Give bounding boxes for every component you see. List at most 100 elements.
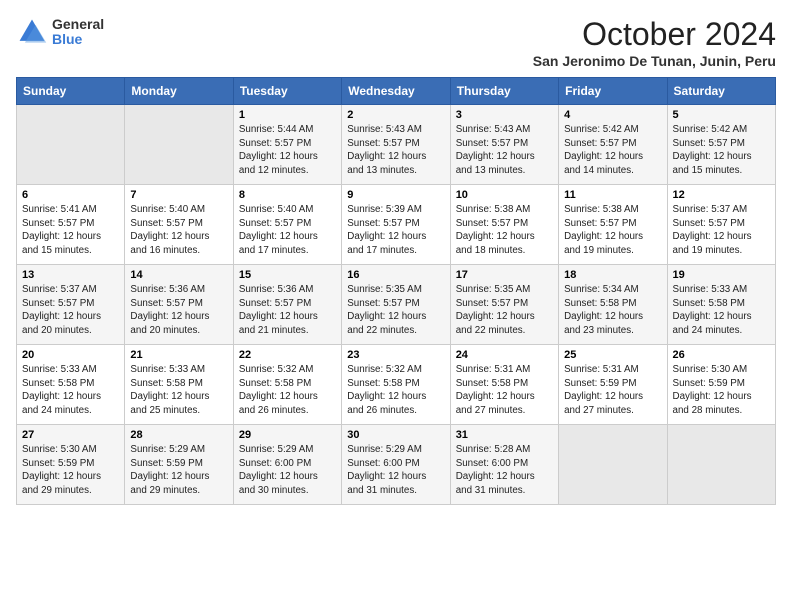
day-number: 27 <box>22 429 119 441</box>
calendar-day-cell: 30Sunrise: 5:29 AMSunset: 6:00 PMDayligh… <box>342 425 450 505</box>
calendar-week-row: 1 Sunrise: 5:44 AMSunset: 5:57 PMDaylight… <box>17 105 776 185</box>
logo-icon <box>16 16 48 48</box>
calendar-day-cell: 22 Sunrise: 5:32 AMSunset: 5:58 PMDayligh… <box>233 345 341 425</box>
day-info: Sunrise: 5:36 AMSunset: 5:57 PMDaylight:… <box>130 283 227 338</box>
calendar-day-cell: 8Sunrise: 5:40 AMSunset: 5:57 PMDaylight… <box>233 185 341 265</box>
day-number: 2 <box>347 109 444 121</box>
day-number: 12 <box>673 189 770 201</box>
calendar-day-cell: 9 Sunrise: 5:39 AMSunset: 5:57 PMDaylight… <box>342 185 450 265</box>
day-info: Sunrise: 5:31 AMSunset: 5:59 PMDaylight:… <box>564 363 661 418</box>
day-info: Sunrise: 5:32 AMSunset: 5:58 PMDaylight:… <box>239 363 336 418</box>
day-number: 29 <box>239 429 336 441</box>
day-info: Sunrise: 5:33 AMSunset: 5:58 PMDaylight:… <box>130 363 227 418</box>
day-number: 4 <box>564 109 661 121</box>
calendar-day-cell: 29Sunrise: 5:29 AMSunset: 6:00 PMDayligh… <box>233 425 341 505</box>
day-number: 9 <box>347 189 444 201</box>
day-info: Sunrise: 5:42 AMSunset: 5:57 PMDaylight:… <box>564 123 661 178</box>
day-info: Sunrise: 5:36 AMSunset: 5:57 PMDaylight:… <box>239 283 336 338</box>
calendar-week-row: 13 Sunrise: 5:37 AMSunset: 5:57 PMDayligh… <box>17 265 776 345</box>
calendar-day-cell: 28 Sunrise: 5:29 AMSunset: 5:59 PMDayligh… <box>125 425 233 505</box>
day-info: Sunrise: 5:33 AMSunset: 5:58 PMDaylight:… <box>22 363 119 418</box>
page-header: General Blue October 2024 San Jeronimo D… <box>16 16 776 69</box>
logo-text: General Blue <box>52 17 104 48</box>
weekday-header-cell: Wednesday <box>342 78 450 105</box>
day-number: 28 <box>130 429 227 441</box>
day-info: Sunrise: 5:38 AMSunset: 5:57 PMDaylight:… <box>564 203 661 258</box>
calendar-day-cell: 13 Sunrise: 5:37 AMSunset: 5:57 PMDayligh… <box>17 265 125 345</box>
calendar-day-cell: 17Sunrise: 5:35 AMSunset: 5:57 PMDayligh… <box>450 265 558 345</box>
day-info: Sunrise: 5:37 AMSunset: 5:57 PMDaylight:… <box>22 283 119 338</box>
calendar-week-row: 6Sunrise: 5:41 AMSunset: 5:57 PMDaylight… <box>17 185 776 265</box>
calendar-week-row: 20 Sunrise: 5:33 AMSunset: 5:58 PMDayligh… <box>17 345 776 425</box>
day-number: 26 <box>673 349 770 361</box>
day-number: 16 <box>347 269 444 281</box>
calendar-day-cell: 21 Sunrise: 5:33 AMSunset: 5:58 PMDayligh… <box>125 345 233 425</box>
calendar-day-cell: 3Sunrise: 5:43 AMSunset: 5:57 PMDaylight… <box>450 105 558 185</box>
calendar-day-cell: 1 Sunrise: 5:44 AMSunset: 5:57 PMDaylight… <box>233 105 341 185</box>
calendar-day-cell: 6Sunrise: 5:41 AMSunset: 5:57 PMDaylight… <box>17 185 125 265</box>
calendar-day-cell: 2Sunrise: 5:43 AMSunset: 5:57 PMDaylight… <box>342 105 450 185</box>
day-number: 15 <box>239 269 336 281</box>
calendar-table: SundayMondayTuesdayWednesdayThursdayFrid… <box>16 77 776 505</box>
calendar-day-cell: 23 Sunrise: 5:32 AMSunset: 5:58 PMDayligh… <box>342 345 450 425</box>
day-number: 21 <box>130 349 227 361</box>
day-number: 17 <box>456 269 553 281</box>
day-info: Sunrise: 5:43 AMSunset: 5:57 PMDaylight:… <box>456 123 553 178</box>
calendar-day-cell: 31 Sunrise: 5:28 AMSunset: 6:00 PMDayligh… <box>450 425 558 505</box>
day-number: 31 <box>456 429 553 441</box>
day-number: 1 <box>239 109 336 121</box>
day-info: Sunrise: 5:44 AMSunset: 5:57 PMDaylight:… <box>239 123 336 178</box>
calendar-day-cell: 7 Sunrise: 5:40 AMSunset: 5:57 PMDaylight… <box>125 185 233 265</box>
day-number: 19 <box>673 269 770 281</box>
title-block: October 2024 San Jeronimo De Tunan, Juni… <box>533 16 776 69</box>
calendar-day-cell: 19Sunrise: 5:33 AMSunset: 5:58 PMDayligh… <box>667 265 775 345</box>
calendar-day-cell: 26 Sunrise: 5:30 AMSunset: 5:59 PMDayligh… <box>667 345 775 425</box>
location-title: San Jeronimo De Tunan, Junin, Peru <box>533 53 776 69</box>
calendar-day-cell: 12 Sunrise: 5:37 AMSunset: 5:57 PMDayligh… <box>667 185 775 265</box>
day-info: Sunrise: 5:32 AMSunset: 5:58 PMDaylight:… <box>347 363 444 418</box>
day-number: 7 <box>130 189 227 201</box>
calendar-week-row: 27Sunrise: 5:30 AMSunset: 5:59 PMDayligh… <box>17 425 776 505</box>
calendar-day-cell: 15 Sunrise: 5:36 AMSunset: 5:57 PMDayligh… <box>233 265 341 345</box>
day-number: 25 <box>564 349 661 361</box>
day-info: Sunrise: 5:40 AMSunset: 5:57 PMDaylight:… <box>130 203 227 258</box>
calendar-day-cell <box>125 105 233 185</box>
day-number: 20 <box>22 349 119 361</box>
logo-general-text: General <box>52 17 104 32</box>
calendar-day-cell: 18 Sunrise: 5:34 AMSunset: 5:58 PMDayligh… <box>559 265 667 345</box>
calendar-day-cell: 11 Sunrise: 5:38 AMSunset: 5:57 PMDayligh… <box>559 185 667 265</box>
day-number: 22 <box>239 349 336 361</box>
day-info: Sunrise: 5:28 AMSunset: 6:00 PMDaylight:… <box>456 443 553 498</box>
day-info: Sunrise: 5:37 AMSunset: 5:57 PMDaylight:… <box>673 203 770 258</box>
month-title: October 2024 <box>533 16 776 53</box>
logo: General Blue <box>16 16 104 48</box>
day-number: 11 <box>564 189 661 201</box>
day-info: Sunrise: 5:42 AMSunset: 5:57 PMDaylight:… <box>673 123 770 178</box>
calendar-day-cell: 14 Sunrise: 5:36 AMSunset: 5:57 PMDayligh… <box>125 265 233 345</box>
calendar-day-cell: 5 Sunrise: 5:42 AMSunset: 5:57 PMDaylight… <box>667 105 775 185</box>
day-info: Sunrise: 5:41 AMSunset: 5:57 PMDaylight:… <box>22 203 119 258</box>
weekday-header-cell: Tuesday <box>233 78 341 105</box>
calendar-day-cell: 20 Sunrise: 5:33 AMSunset: 5:58 PMDayligh… <box>17 345 125 425</box>
logo-blue-text: Blue <box>52 32 104 47</box>
weekday-header-cell: Sunday <box>17 78 125 105</box>
day-info: Sunrise: 5:34 AMSunset: 5:58 PMDaylight:… <box>564 283 661 338</box>
day-number: 10 <box>456 189 553 201</box>
day-info: Sunrise: 5:38 AMSunset: 5:57 PMDaylight:… <box>456 203 553 258</box>
day-info: Sunrise: 5:35 AMSunset: 5:57 PMDaylight:… <box>347 283 444 338</box>
day-number: 5 <box>673 109 770 121</box>
day-number: 23 <box>347 349 444 361</box>
day-info: Sunrise: 5:29 AMSunset: 5:59 PMDaylight:… <box>130 443 227 498</box>
day-info: Sunrise: 5:39 AMSunset: 5:57 PMDaylight:… <box>347 203 444 258</box>
day-info: Sunrise: 5:40 AMSunset: 5:57 PMDaylight:… <box>239 203 336 258</box>
day-number: 18 <box>564 269 661 281</box>
day-number: 24 <box>456 349 553 361</box>
calendar-day-cell <box>17 105 125 185</box>
day-info: Sunrise: 5:30 AMSunset: 5:59 PMDaylight:… <box>673 363 770 418</box>
calendar-day-cell: 10 Sunrise: 5:38 AMSunset: 5:57 PMDayligh… <box>450 185 558 265</box>
day-number: 13 <box>22 269 119 281</box>
weekday-header-cell: Thursday <box>450 78 558 105</box>
weekday-header-cell: Monday <box>125 78 233 105</box>
day-number: 14 <box>130 269 227 281</box>
weekday-header-row: SundayMondayTuesdayWednesdayThursdayFrid… <box>17 78 776 105</box>
